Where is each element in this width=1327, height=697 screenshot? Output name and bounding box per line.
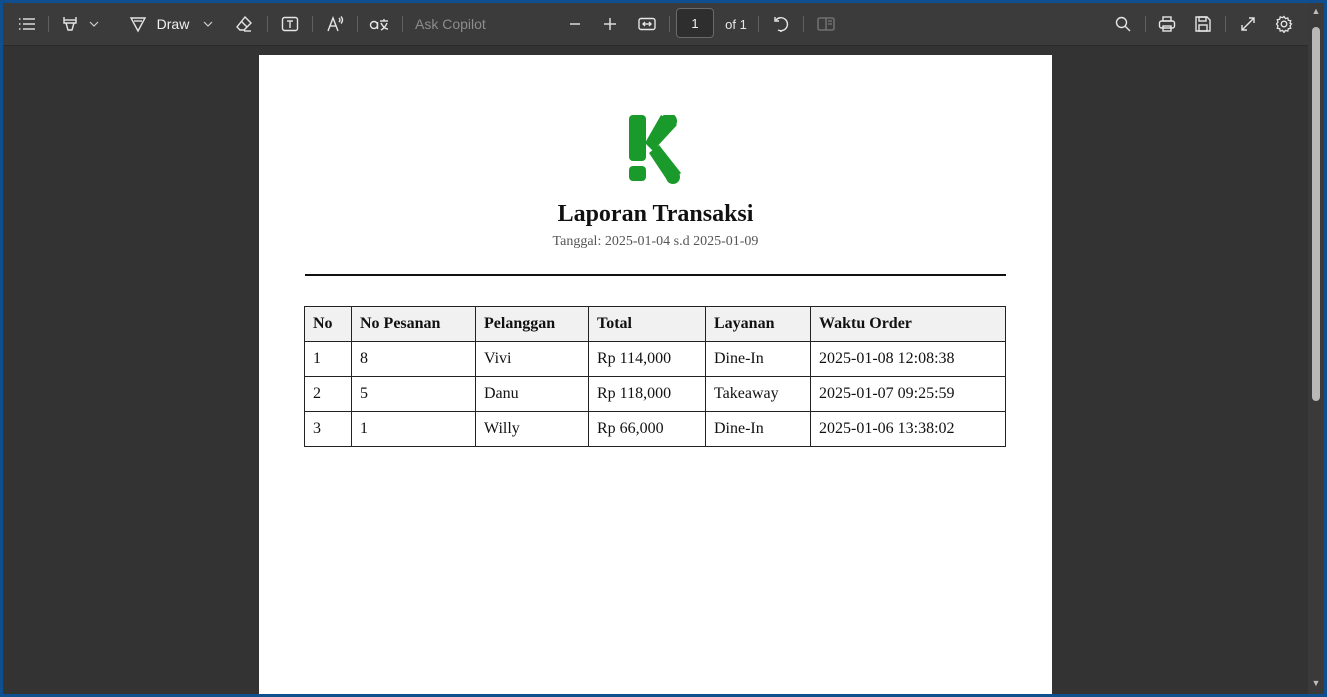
draw-icon[interactable] — [127, 3, 149, 45]
toolbar-divider — [803, 16, 804, 32]
fullscreen-icon[interactable] — [1237, 3, 1259, 45]
vertical-scrollbar[interactable]: ▲ ▼ — [1308, 3, 1324, 694]
cell-no-pesanan: 8 — [351, 341, 476, 377]
scrollbar-thumb[interactable] — [1312, 27, 1320, 401]
cell-total: Rp 66,000 — [588, 411, 706, 447]
cell-layanan: Dine-In — [705, 341, 811, 377]
report-date-range: Tanggal: 2025-01-04 s.d 2025-01-09 — [552, 234, 759, 249]
page-view-icon — [815, 3, 837, 45]
toolbar-divider — [669, 16, 670, 32]
settings-gear-icon[interactable] — [1273, 3, 1295, 45]
table-of-contents-icon[interactable] — [15, 3, 39, 45]
fit-to-width-icon[interactable] — [636, 3, 658, 45]
rotate-icon[interactable] — [770, 3, 792, 45]
search-icon[interactable] — [1112, 3, 1134, 45]
cell-layanan: Dine-In — [705, 411, 811, 447]
print-icon[interactable] — [1156, 3, 1178, 45]
header-layanan: Layanan — [705, 306, 811, 342]
cell-no: 3 — [304, 411, 352, 447]
scroll-down-arrow-icon[interactable]: ▼ — [1311, 679, 1321, 688]
cell-pelanggan: Vivi — [475, 341, 589, 377]
read-aloud-icon[interactable] — [324, 3, 346, 45]
toolbar-divider — [402, 16, 403, 32]
table-row: 2 5 Danu Rp 118,000 Takeaway 2025-01-07 … — [304, 376, 1006, 412]
title-divider — [305, 274, 1006, 276]
header-waktu-order: Waktu Order — [810, 306, 1006, 342]
toolbar: Draw Ask Copilot 1 of 1 — [3, 3, 1324, 46]
save-icon[interactable] — [1192, 3, 1214, 45]
cell-waktu-order: 2025-01-06 13:38:02 — [810, 411, 1006, 447]
transactions-table: No No Pesanan Pelanggan Total Layanan Wa… — [304, 306, 1006, 447]
toolbar-divider — [48, 16, 49, 32]
highlight-icon[interactable] — [59, 3, 81, 45]
toolbar-divider — [357, 16, 358, 32]
cell-total: Rp 118,000 — [588, 376, 706, 412]
eraser-icon[interactable] — [233, 3, 255, 45]
toolbar-divider — [267, 16, 268, 32]
pdf-viewer-window: Draw Ask Copilot 1 of 1 Laporan Transaks… — [3, 3, 1324, 694]
highlight-chevron-down-icon[interactable] — [87, 3, 101, 45]
cell-no-pesanan: 5 — [351, 376, 476, 412]
cell-waktu-order: 2025-01-07 09:25:59 — [810, 376, 1006, 412]
cell-pelanggan: Willy — [475, 411, 589, 447]
table-header-row: No No Pesanan Pelanggan Total Layanan Wa… — [304, 306, 1006, 342]
page-total-label: of 1 — [725, 16, 747, 32]
cell-no-pesanan: 1 — [351, 411, 476, 447]
toolbar-divider — [312, 16, 313, 32]
window-frame: Draw Ask Copilot 1 of 1 Laporan Transaks… — [0, 0, 1327, 697]
cell-pelanggan: Danu — [475, 376, 589, 412]
page-number-input[interactable]: 1 — [676, 8, 714, 38]
cell-no: 1 — [304, 341, 352, 377]
toolbar-divider — [758, 16, 759, 32]
header-no: No — [304, 306, 352, 342]
toolbar-divider — [1225, 16, 1226, 32]
cell-layanan: Takeaway — [705, 376, 811, 412]
document-viewer[interactable]: Laporan Transaksi Tanggal: 2025-01-04 s.… — [3, 46, 1308, 694]
report-title: Laporan Transaksi — [557, 201, 754, 227]
translate-icon[interactable] — [367, 3, 391, 45]
pdf-page: Laporan Transaksi Tanggal: 2025-01-04 s.… — [259, 55, 1052, 694]
scroll-up-arrow-icon[interactable]: ▲ — [1311, 7, 1321, 16]
draw-chevron-down-icon[interactable] — [201, 3, 215, 45]
ask-copilot-button[interactable]: Ask Copilot — [415, 3, 495, 45]
table-row: 3 1 Willy Rp 66,000 Dine-In 2025-01-06 1… — [304, 411, 1006, 447]
header-total: Total — [588, 306, 706, 342]
company-logo-icon — [629, 115, 681, 184]
toolbar-divider — [1145, 16, 1146, 32]
draw-label[interactable]: Draw — [155, 3, 191, 45]
cell-no: 2 — [304, 376, 352, 412]
cell-total: Rp 114,000 — [588, 341, 706, 377]
table-row: 1 8 Vivi Rp 114,000 Dine-In 2025-01-08 1… — [304, 341, 1006, 377]
header-no-pesanan: No Pesanan — [351, 306, 476, 342]
zoom-out-icon[interactable] — [565, 3, 585, 45]
header-pelanggan: Pelanggan — [475, 306, 589, 342]
text-box-icon[interactable] — [279, 3, 301, 45]
zoom-in-icon[interactable] — [600, 3, 620, 45]
cell-waktu-order: 2025-01-08 12:08:38 — [810, 341, 1006, 377]
